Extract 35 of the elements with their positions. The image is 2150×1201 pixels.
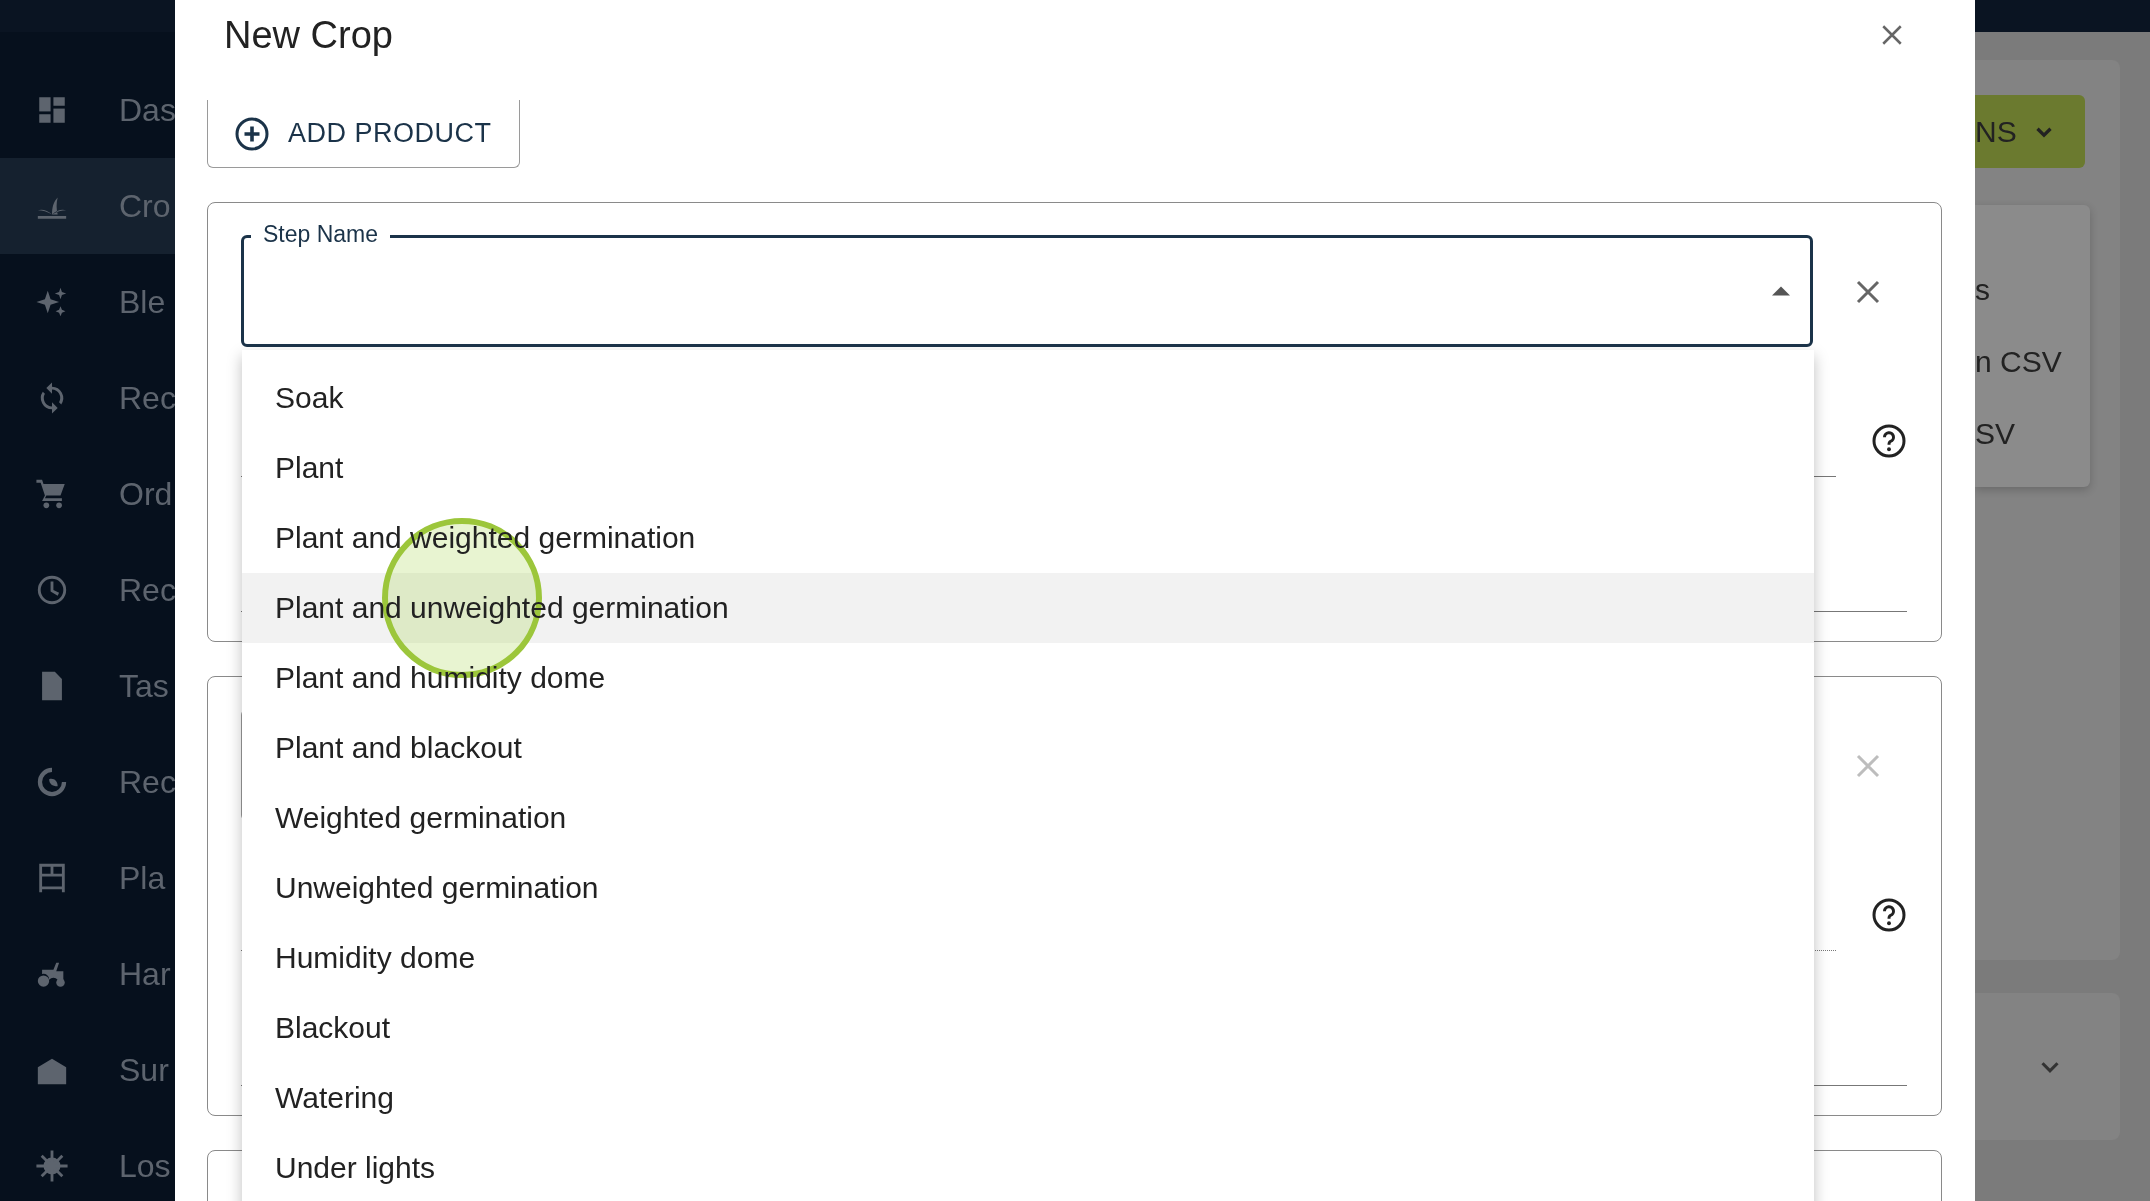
nav-item[interactable]: Rec (0, 350, 175, 446)
menu-option[interactable]: n CSV (1975, 345, 2090, 379)
nav-item[interactable]: Pla (0, 830, 175, 926)
virus-icon (35, 1149, 69, 1183)
sparkle-icon (35, 285, 69, 319)
plus-circle-icon (234, 115, 270, 152)
nav-item[interactable]: Das (0, 62, 175, 158)
menu-option[interactable]: Weighted germination (242, 783, 1814, 853)
nav-item[interactable]: Ble (0, 254, 175, 350)
menu-option[interactable]: Blackout (242, 993, 1814, 1063)
nav-item[interactable]: Rec (0, 734, 175, 830)
help-icon[interactable] (1871, 897, 1907, 933)
nav-item[interactable]: Tas (0, 638, 175, 734)
menu-option[interactable]: Watering (242, 1063, 1814, 1133)
caret-icon (1772, 285, 1790, 297)
add-product-button[interactable]: ADD PRODUCT (207, 100, 520, 168)
nav-item[interactable]: Ord (0, 446, 175, 542)
help-icon[interactable] (1871, 423, 1907, 459)
menu-option[interactable]: Soak (242, 363, 1814, 433)
dialog-title: New Crop (224, 14, 393, 57)
menu-option[interactable]: Under lights (242, 1133, 1814, 1201)
nav-item[interactable]: Los (0, 1118, 175, 1201)
actions-button[interactable]: NS (1975, 95, 2085, 168)
menu-option[interactable]: Plant and humidity dome (242, 643, 1814, 713)
clock-icon (35, 573, 69, 607)
menu-option[interactable]: Humidity dome (242, 923, 1814, 993)
nav-item[interactable]: Sur (0, 1022, 175, 1118)
nav-item[interactable]: Rec (0, 542, 175, 638)
nav-item[interactable]: Cro (0, 158, 175, 254)
menu-option[interactable]: s (1975, 273, 2090, 307)
nav-item[interactable]: Har (0, 926, 175, 1022)
menu-option[interactable]: SV (1975, 417, 2090, 451)
menu-option[interactable]: Plant (242, 433, 1814, 503)
leaf-cycle-icon (35, 765, 69, 799)
menu-option[interactable]: Unweighted germination (242, 853, 1814, 923)
